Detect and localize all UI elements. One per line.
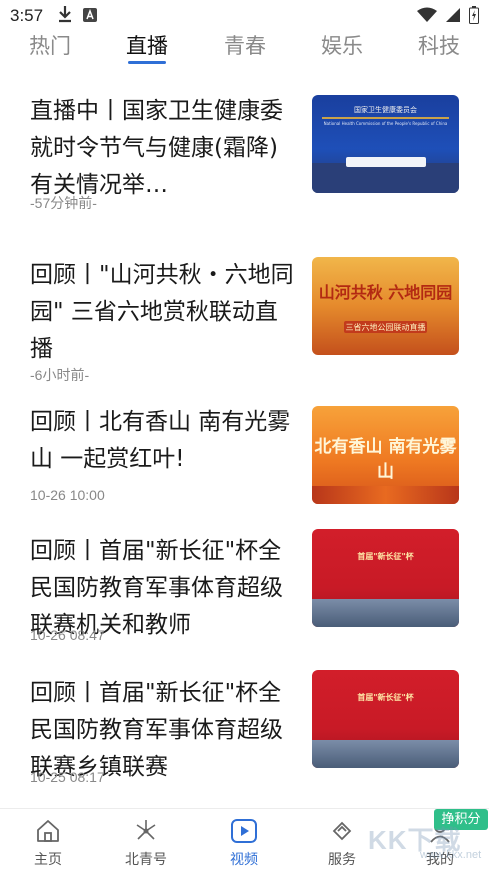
news-item[interactable]: 回顾丨"山河共秋・六地同园" 三省六地赏秋联动直播 -6小时前- 山河共秋 六地… — [0, 257, 489, 387]
news-time: 10-26 08:47 — [30, 627, 105, 643]
thumb-caption: 首届"新长征"杯 — [357, 693, 414, 702]
wifi-icon — [417, 7, 437, 27]
download-icon — [57, 5, 73, 27]
thumb-caption: 北有香山 南有光雾山 — [314, 437, 457, 482]
news-title: 回顾丨"山河共秋・六地同园" 三省六地赏秋联动直播 — [30, 262, 294, 362]
service-icon — [328, 817, 356, 845]
status-bar: 3:57 — [0, 0, 489, 32]
tab-live[interactable]: 直播 — [126, 30, 168, 60]
thumb-subcaption: National Health Commission of the People… — [323, 121, 448, 126]
home-icon — [34, 817, 62, 845]
status-time: 3:57 — [10, 6, 44, 25]
news-item[interactable]: 回顾丨北有香山 南有光雾山 一起赏红叶! 10-26 10:00 北有香山 南有… — [0, 404, 489, 509]
flower-icon — [132, 817, 160, 845]
news-thumbnail: 首届"新长征"杯 — [312, 529, 459, 627]
news-thumbnail: 北有香山 南有光雾山 — [312, 406, 459, 504]
news-thumbnail: 首届"新长征"杯 — [312, 670, 459, 768]
nav-item-home[interactable]: 主页 — [12, 809, 84, 869]
battery-icon — [469, 6, 479, 28]
tab-tech[interactable]: 科技 — [418, 30, 460, 60]
thumb-caption: 山河共秋 六地同园 — [318, 283, 453, 302]
thumb-caption: 首届"新长征"杯 — [357, 552, 414, 561]
tab-entertainment[interactable]: 娱乐 — [321, 30, 363, 60]
active-tab-indicator — [128, 61, 166, 64]
news-title: 回顾丨北有香山 南有光雾山 一起赏红叶! — [30, 409, 291, 472]
app-notification-icon — [83, 7, 98, 26]
news-time: 10-26 10:00 — [30, 487, 105, 503]
video-play-icon — [230, 817, 258, 845]
news-time: -57分钟前- — [30, 195, 97, 211]
news-thumbnail: 国家卫生健康委员会 National Health Commission of … — [312, 95, 459, 193]
news-item[interactable]: 回顾丨首届"新长征"杯全民国防教育军事体育超级联赛机关和教师 10-26 08:… — [0, 529, 489, 653]
nav-label: 北青号 — [125, 852, 167, 868]
nav-label: 主页 — [34, 852, 62, 868]
channel-tabs: 热门 直播 青春 娱乐 科技 — [0, 30, 489, 70]
cellular-signal-icon — [445, 7, 461, 27]
tab-youth[interactable]: 青春 — [224, 30, 266, 60]
site-watermark-url: www.kkx.net — [420, 849, 482, 861]
news-title: 直播中丨国家卫生健康委就时令节气与健康(霜降)有关情况举… — [30, 98, 283, 198]
nav-label: 视频 — [230, 852, 258, 868]
news-thumbnail: 山河共秋 六地同园 三省六地公园联动直播 — [312, 257, 459, 355]
nav-item-beiqing[interactable]: 北青号 — [110, 809, 182, 869]
nav-item-video[interactable]: 视频 — [208, 809, 280, 869]
news-item[interactable]: 直播中丨国家卫生健康委就时令节气与健康(霜降)有关情况举… -57分钟前- 国家… — [0, 93, 489, 218]
thumb-caption: 国家卫生健康委员会 — [354, 106, 417, 114]
news-time: -6小时前- — [30, 367, 90, 383]
news-item[interactable]: 回顾丨首届"新长征"杯全民国防教育军事体育超级联赛乡镇联赛 10-25 08:1… — [0, 670, 489, 790]
tab-hot[interactable]: 热门 — [29, 30, 71, 60]
thumb-subcaption: 三省六地公园联动直播 — [345, 323, 426, 332]
news-time: 10-25 08:17 — [30, 769, 105, 785]
